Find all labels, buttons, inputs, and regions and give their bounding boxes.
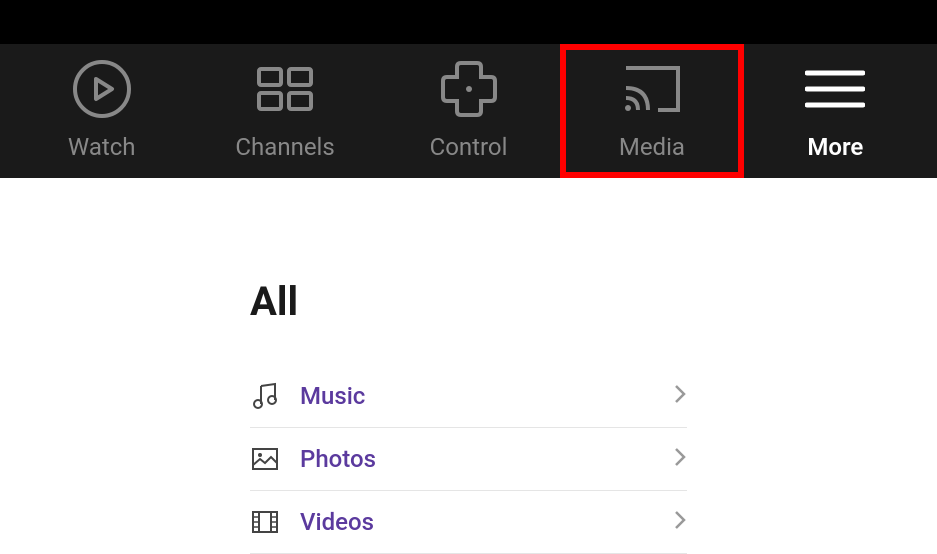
nav-control[interactable]: Control [377, 44, 560, 178]
chevron-right-icon [673, 384, 687, 408]
list-item-label: Music [300, 382, 673, 410]
list-item-photos[interactable]: Photos [250, 428, 687, 491]
nav-media[interactable]: Media [560, 44, 743, 178]
section-title: All [250, 278, 687, 325]
play-circle-icon [72, 61, 132, 117]
nav-more-label: More [807, 133, 863, 161]
video-icon [250, 507, 280, 537]
hamburger-icon [805, 61, 865, 117]
nav-watch[interactable]: Watch [10, 44, 193, 178]
cast-icon [622, 61, 682, 117]
chevron-right-icon [673, 510, 687, 534]
nav-watch-label: Watch [68, 133, 136, 161]
nav-control-label: Control [430, 133, 508, 161]
dpad-icon [439, 61, 499, 117]
list-item-music[interactable]: Music [250, 365, 687, 428]
content-area: All Music Photos [0, 178, 937, 554]
top-navigation: Watch Channels Control [0, 44, 937, 178]
nav-channels-label: Channels [235, 133, 334, 161]
status-bar [0, 0, 937, 44]
music-icon [250, 381, 280, 411]
chevron-right-icon [673, 447, 687, 471]
photo-icon [250, 444, 280, 474]
list-item-videos[interactable]: Videos [250, 491, 687, 554]
list-item-label: Videos [300, 508, 673, 536]
nav-channels[interactable]: Channels [193, 44, 376, 178]
list-item-label: Photos [300, 445, 673, 473]
nav-media-label: Media [619, 133, 685, 161]
nav-more[interactable]: More [744, 44, 927, 178]
grid-icon [255, 61, 315, 117]
